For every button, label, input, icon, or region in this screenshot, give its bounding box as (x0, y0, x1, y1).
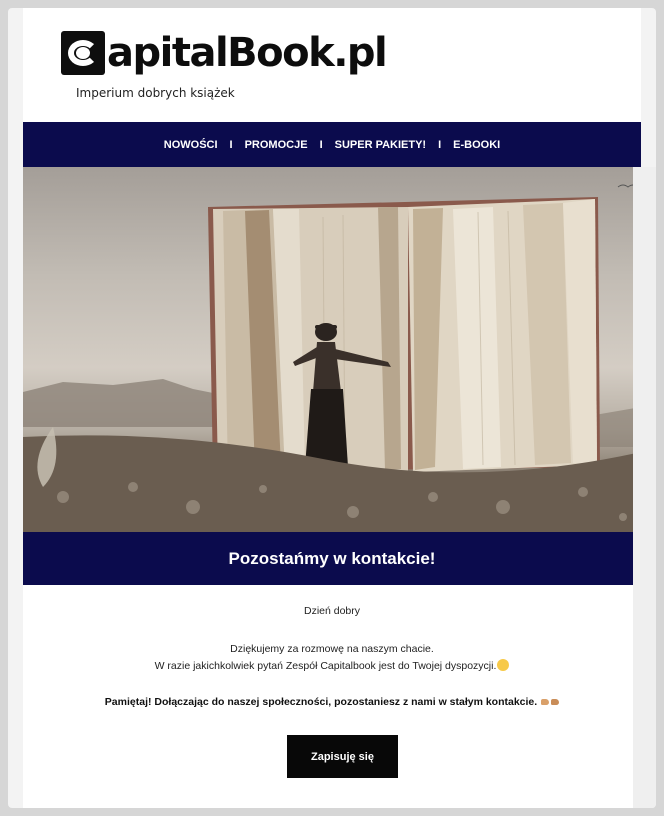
smile-emoji-icon (497, 659, 510, 671)
contact-banner: Pozostańmy w kontakcie! (23, 532, 641, 585)
hero-image (23, 167, 641, 532)
nav-item-super-pakiety[interactable]: SUPER PAKIETY! (329, 139, 432, 151)
nav-item-nowosci[interactable]: NOWOŚCI (158, 139, 224, 151)
subscribe-button[interactable]: Zapisuję się (287, 735, 398, 778)
logo-text: apitalBook.pl (107, 30, 388, 76)
open-book-illustration (23, 184, 641, 532)
email-newsletter: apitalBook.pl Imperium dobrych książek N… (23, 8, 641, 808)
thanks-text: Dziękujemy za rozmowę na naszym chacie. (230, 643, 434, 655)
community-text-content: Pamiętaj! Dołączając do naszej społeczno… (104, 696, 538, 708)
side-panel (633, 167, 656, 808)
nav-item-ebooki[interactable]: E-BOOKI (447, 139, 506, 151)
nav-separator: I (229, 138, 233, 151)
nav-separator: I (319, 138, 323, 151)
brand-logo[interactable]: apitalBook.pl (61, 28, 388, 78)
support-text-content: W razie jakichkolwiek pytań Zespół Capit… (154, 660, 497, 672)
logo-c-icon (61, 31, 105, 75)
support-text: W razie jakichkolwiek pytań Zespół Capit… (23, 659, 641, 672)
email-viewer: apitalBook.pl Imperium dobrych książek N… (8, 8, 656, 808)
banner-title: Pozostańmy w kontakcie! (228, 548, 436, 568)
main-navigation: NOWOŚCI I PROMOCJE I SUPER PAKIETY! I E-… (23, 122, 641, 167)
tagline: Imperium dobrych książek (76, 86, 235, 100)
greeting-text: Dzień dobry (303, 605, 361, 617)
pointing-hands-icon (541, 697, 560, 706)
nav-item-promocje[interactable]: PROMOCJE (239, 139, 314, 151)
community-text: Pamiętaj! Dołączając do naszej społeczno… (23, 696, 641, 708)
nav-separator: I (438, 138, 442, 151)
